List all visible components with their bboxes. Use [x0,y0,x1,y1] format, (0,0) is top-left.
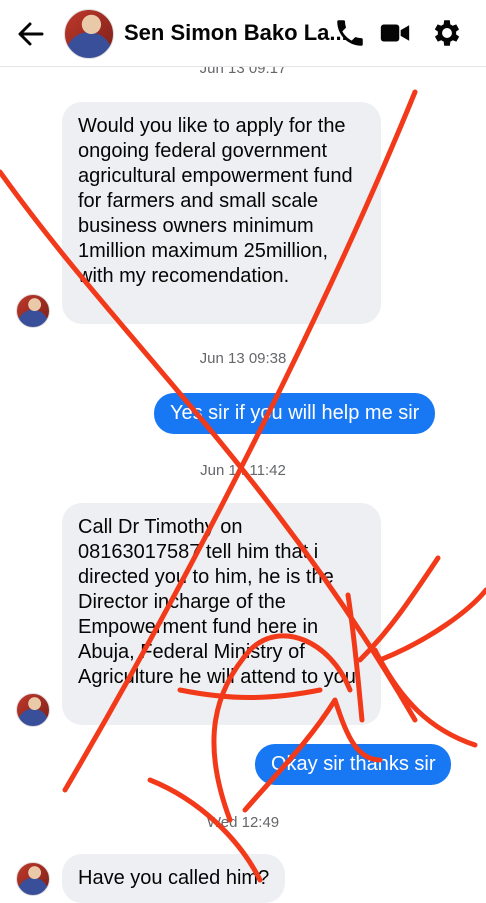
message-timestamp: Wed 12:49 [206,814,280,831]
sender-avatar[interactable] [16,862,50,896]
gear-icon[interactable] [430,16,464,50]
incoming-message[interactable]: Would you like to apply for the ongoing … [62,102,381,324]
incoming-message[interactable]: Call Dr Timothy on 08163017587 tell him … [62,503,381,725]
chat-header: Sen Simon Bako La... [0,0,486,67]
contact-avatar[interactable] [64,9,114,59]
video-camera-icon[interactable] [378,16,412,50]
incoming-message[interactable]: Have you called him? [62,854,286,903]
message-timestamp: Jun 14 11:42 [200,462,286,479]
arrow-left-icon[interactable] [14,17,48,51]
sender-avatar[interactable] [16,693,50,727]
outgoing-message[interactable]: Okay sir thanks sir [255,744,452,785]
contact-name[interactable]: Sen Simon Bako La... [124,20,348,46]
phone-icon[interactable] [333,16,367,50]
sender-avatar[interactable] [16,294,50,328]
outgoing-message[interactable]: Yes sir if you will help me sir [154,393,436,434]
message-timestamp: Jun 13 09:38 [199,350,287,367]
